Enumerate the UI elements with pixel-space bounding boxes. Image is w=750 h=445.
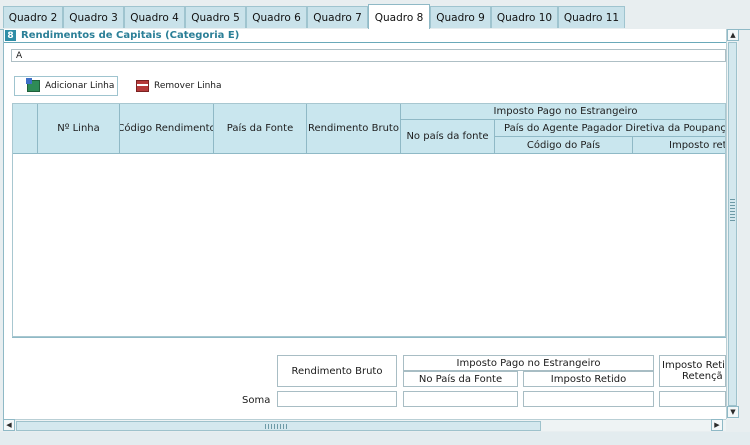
- tab-quadro-2[interactable]: Quadro 2: [3, 6, 63, 28]
- arrow-down-icon[interactable]: ▼: [727, 406, 739, 418]
- table-header-num-linha: Nº Linha: [38, 104, 120, 154]
- soma-imposto-retido-field[interactable]: [523, 391, 654, 407]
- vertical-scrollbar[interactable]: ▲ ▼: [726, 29, 739, 419]
- arrow-right-icon[interactable]: ▶: [711, 419, 723, 431]
- summary-header-retencao-line2: Retençã: [682, 371, 723, 382]
- arrow-left-icon[interactable]: ◀: [3, 419, 15, 431]
- tab-quadro-10[interactable]: Quadro 10: [491, 6, 558, 28]
- tab-quadro-9[interactable]: Quadro 9: [430, 6, 491, 28]
- quadro-panel: 8 Rendimentos de Capitais (Categoria E) …: [3, 29, 726, 419]
- soma-retencao-field[interactable]: [659, 391, 726, 407]
- vertical-scroll-thumb[interactable]: [728, 42, 737, 406]
- tab-quadro-5[interactable]: Quadro 5: [185, 6, 246, 28]
- window-bottom-strip: [0, 432, 750, 445]
- arrow-up-icon[interactable]: ▲: [727, 29, 739, 41]
- summary-header-no-pais-fonte: No País da Fonte: [403, 371, 518, 387]
- tab-quadro-8[interactable]: Quadro 8: [368, 4, 430, 30]
- table-header-imposto-retido: Imposto retid: [633, 137, 725, 154]
- add-row-icon: [26, 78, 40, 92]
- table-header-codigo-rendimento: Código Rendimento: [120, 104, 214, 154]
- table-header-pais-agente: País do Agente Pagador Diretiva da Poupa…: [495, 120, 725, 137]
- remove-row-icon: [136, 80, 149, 92]
- tab-quadro-11[interactable]: Quadro 11: [558, 6, 625, 28]
- horizontal-grip-icon: [265, 424, 287, 429]
- remove-row-label: Remover Linha: [154, 81, 222, 91]
- horizontal-scroll-thumb[interactable]: [16, 421, 541, 431]
- tab-quadro-3[interactable]: Quadro 3: [63, 6, 124, 28]
- section-header: 8 Rendimentos de Capitais (Categoria E): [4, 29, 726, 43]
- horizontal-scrollbar[interactable]: ◀ ▶: [3, 419, 726, 431]
- data-table: Nº Linha Código Rendimento País da Fonte…: [12, 103, 726, 337]
- table-bottom-divider: [12, 337, 726, 338]
- table-header-no-pais-fonte: No país da fonte: [401, 120, 495, 154]
- summary-header-imposto-pago: Imposto Pago no Estrangeiro: [403, 355, 654, 371]
- section-title: Rendimentos de Capitais (Categoria E): [21, 30, 240, 41]
- vertical-grip-icon: [730, 199, 735, 221]
- table-header-pais-fonte: País da Fonte: [214, 104, 307, 154]
- soma-rendimento-bruto-field[interactable]: [277, 391, 397, 407]
- table-header-divider: [13, 153, 725, 154]
- tab-quadro-7[interactable]: Quadro 7: [307, 6, 368, 28]
- summary-header-imposto-retido: Imposto Retido: [523, 371, 654, 387]
- add-row-button[interactable]: Adicionar Linha: [14, 76, 118, 96]
- anexo-field: A: [11, 49, 726, 62]
- table-header-rendimento-bruto: Rendimento Bruto: [307, 104, 401, 154]
- table-header-imposto-pago: Imposto Pago no Estrangeiro: [401, 104, 725, 120]
- remove-row-button[interactable]: Remover Linha: [134, 76, 224, 96]
- table-header-select: [13, 104, 38, 154]
- summary-header-retencao-line1: Imposto Retid: [662, 360, 726, 371]
- table-header-codigo-pais: Código do País: [495, 137, 633, 154]
- section-number-badge: 8: [5, 30, 16, 41]
- soma-label: Soma: [242, 395, 271, 406]
- summary-header-rendimento-bruto: Rendimento Bruto: [277, 355, 397, 387]
- tab-bar: Quadro 2 Quadro 3 Quadro 4 Quadro 5 Quad…: [0, 0, 750, 30]
- tab-quadro-4[interactable]: Quadro 4: [124, 6, 185, 28]
- soma-no-pais-fonte-field[interactable]: [403, 391, 518, 407]
- anexo-label: A: [16, 51, 23, 61]
- summary-header-retencao: Imposto Retid Retençã: [659, 355, 726, 387]
- add-row-label: Adicionar Linha: [45, 81, 115, 91]
- tab-quadro-6[interactable]: Quadro 6: [246, 6, 307, 28]
